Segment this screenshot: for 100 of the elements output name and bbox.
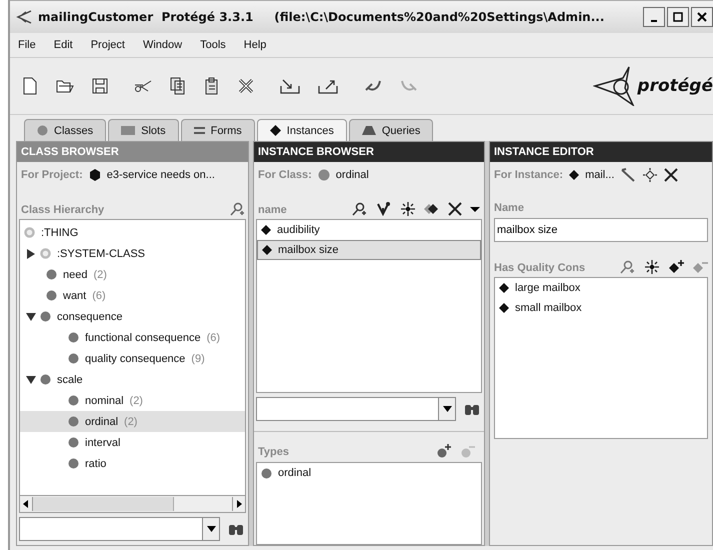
tree-item[interactable]: functional consequence (6) xyxy=(20,327,245,348)
class-name: functional consequence xyxy=(85,332,201,344)
circle-icon xyxy=(318,169,330,181)
dropdown-caret-icon xyxy=(206,526,216,532)
value-item[interactable]: large mailbox xyxy=(495,278,707,298)
circle-icon xyxy=(261,468,272,478)
add-value-icon[interactable] xyxy=(668,260,684,274)
branch-icon[interactable] xyxy=(376,202,392,216)
window-title: mailingCustomer Protégé 3.3.1 (file:\C:\Documents%20and%20Settings\Admin... xyxy=(38,10,606,24)
type-item[interactable]: ordinal xyxy=(257,463,481,483)
tree-item[interactable]: want (6) xyxy=(20,285,245,306)
class-name: consequence xyxy=(57,310,122,322)
tree-item[interactable]: ordinal (2) xyxy=(20,411,245,432)
class-name: :SYSTEM-CLASS xyxy=(57,248,146,260)
project-hexagon-icon xyxy=(88,169,101,181)
tree-item[interactable]: need (2) xyxy=(20,264,245,285)
logo-text: protégé xyxy=(637,76,713,96)
tab[interactable]: Instances xyxy=(256,119,347,141)
tree-item[interactable]: interval xyxy=(20,432,245,453)
search-icon[interactable] xyxy=(352,202,368,216)
name-field[interactable]: mailbox size xyxy=(494,218,708,242)
sparkle-icon[interactable] xyxy=(400,202,416,216)
class-name: quality consequence xyxy=(85,352,186,364)
delete-icon[interactable] xyxy=(448,202,462,216)
menu-item[interactable]: File xyxy=(18,39,36,51)
instance-item[interactable]: mailbox size xyxy=(257,240,481,260)
diamond-icon xyxy=(569,170,580,180)
types-label: Types xyxy=(258,446,289,458)
expanded-arrow-icon[interactable] xyxy=(26,312,36,322)
tree-item[interactable]: consequence xyxy=(20,306,245,327)
sparkle-icon[interactable] xyxy=(642,167,658,183)
save-icon[interactable] xyxy=(92,78,108,94)
new-file-icon[interactable] xyxy=(22,77,38,95)
close-button[interactable] xyxy=(691,7,713,27)
binoculars-icon[interactable] xyxy=(464,402,480,416)
collapsed-arrow-icon[interactable] xyxy=(26,248,36,258)
add-type-icon[interactable] xyxy=(436,444,452,458)
menu-item[interactable]: Window xyxy=(142,39,182,51)
menu-item[interactable]: Tools xyxy=(200,39,226,51)
menu-item[interactable]: Edit xyxy=(54,39,73,51)
expanded-arrow-icon[interactable] xyxy=(26,374,36,384)
slot-label: Has Quality Cons xyxy=(494,262,586,274)
for-class-label: For Class: xyxy=(258,169,312,181)
rectangle-icon xyxy=(121,126,136,135)
tree-item[interactable]: nominal (2) xyxy=(20,390,245,411)
search-combo-field[interactable] xyxy=(256,397,456,421)
panel-header: INSTANCE EDITOR xyxy=(490,142,712,162)
tab[interactable]: Queries xyxy=(348,119,434,141)
trapezoid-icon xyxy=(362,126,376,135)
name-column-label: name xyxy=(258,204,287,216)
panel-header: CLASS BROWSER xyxy=(17,142,248,162)
delete-icon[interactable] xyxy=(238,78,254,94)
folder-icon[interactable] xyxy=(56,78,74,94)
for-instance-label: For Instance: xyxy=(494,169,564,181)
paste-icon[interactable] xyxy=(204,77,220,95)
class-hierarchy-label: Class Hierarchy xyxy=(21,204,104,216)
menu-item[interactable]: Project xyxy=(90,39,125,51)
binoculars-icon[interactable] xyxy=(228,522,244,536)
class-name: interval xyxy=(85,436,120,448)
app-logo-icon xyxy=(16,10,32,24)
import-icon[interactable] xyxy=(280,78,300,94)
instance-count: (2) xyxy=(93,268,107,280)
value-item[interactable]: small mailbox xyxy=(495,298,707,318)
menu-item[interactable]: Help xyxy=(244,39,266,51)
lines-icon xyxy=(194,126,205,136)
scroll-thumb[interactable] xyxy=(33,497,174,511)
instance-count: (6) xyxy=(92,290,106,302)
for-project-label: For Project: xyxy=(21,169,83,181)
search-icon[interactable] xyxy=(230,202,244,216)
sparkle-icon[interactable] xyxy=(644,260,660,274)
tab[interactable]: Forms xyxy=(180,119,255,141)
instance-count: (6) xyxy=(206,332,220,344)
tree-item[interactable]: :THING xyxy=(20,222,245,243)
diamonds-icon[interactable] xyxy=(424,202,440,216)
tree-item[interactable]: quality consequence (9) xyxy=(20,348,245,369)
scissors-icon[interactable] xyxy=(134,78,152,94)
copy-icon[interactable] xyxy=(170,77,186,95)
class-name: scale xyxy=(57,374,83,386)
search-combo-field[interactable] xyxy=(19,517,220,541)
tree-item[interactable]: scale xyxy=(20,369,245,390)
instance-count: (2) xyxy=(124,416,138,428)
tree-item[interactable]: :SYSTEM-CLASS xyxy=(20,243,245,264)
instance-count: (9) xyxy=(191,352,205,364)
class-name: ordinal xyxy=(85,416,118,428)
class-name: want xyxy=(63,290,86,302)
class-name: :THING xyxy=(41,226,78,238)
instance-item[interactable]: audibility xyxy=(257,220,481,240)
project-name: e3-service needs on... xyxy=(106,169,215,181)
class-name: ordinal xyxy=(336,169,369,181)
class-name: ratio xyxy=(85,458,106,470)
tab[interactable]: Slots xyxy=(108,119,179,141)
horizontal-scrollbar[interactable] xyxy=(20,495,245,512)
tab[interactable]: Classes xyxy=(24,119,106,141)
instance-name: mail... xyxy=(585,169,614,181)
minimize-button[interactable] xyxy=(643,7,665,27)
export-icon[interactable] xyxy=(318,78,338,94)
maximize-button[interactable] xyxy=(667,7,689,27)
tree-item[interactable]: ratio xyxy=(20,453,245,474)
instance-count: (2) xyxy=(130,394,143,406)
close-icon[interactable] xyxy=(664,168,678,182)
